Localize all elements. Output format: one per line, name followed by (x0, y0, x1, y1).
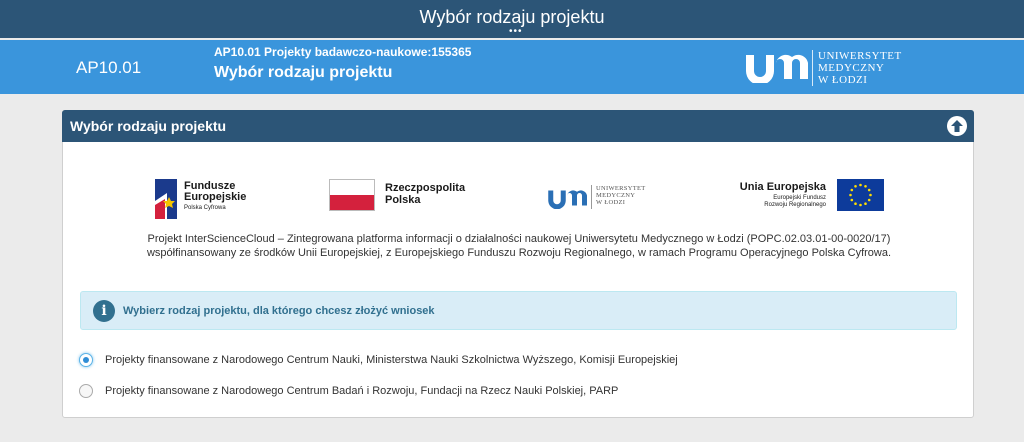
funding-logos: Fundusze Europejskie Polska Cyfrowa Rzec… (63, 171, 975, 221)
info-alert: i Wybierz rodzaj projektu, dla którego c… (80, 291, 957, 330)
panel-title: Wybór rodzaju projektu (70, 118, 227, 134)
module-code: AP10.01 (76, 58, 142, 77)
fundusze-europejskie-logo: Fundusze Europejskie Polska Cyfrowa (153, 179, 263, 219)
info-icon: i (93, 300, 115, 322)
radio-button[interactable] (79, 384, 93, 398)
um-logo-icon (548, 190, 587, 209)
option-label: Projekty finansowane z Narodowego Centru… (105, 385, 619, 397)
fundusze-europejskie-icon (155, 179, 177, 219)
project-description: Projekt InterScienceCloud – Zintegrowana… (146, 233, 892, 259)
eu-stars-icon (849, 183, 872, 207)
um-logo-icon (746, 54, 808, 83)
unia-europejska-logo: Unia Europejska Europejski Fundusz Rozwo… (739, 179, 884, 213)
panel-header: Wybór rodzaju projektu (62, 110, 974, 142)
logo-separator (812, 50, 813, 86)
page-header: AP10.01 AP10.01 Projekty badawczo-naukow… (0, 40, 1024, 94)
radio-button[interactable] (79, 353, 93, 367)
university-name: UNIWERSYTET MEDYCZNY W ŁODZI (818, 50, 902, 86)
university-logo: UNIWERSYTET MEDYCZNY W ŁODZI (744, 46, 914, 90)
collapse-button[interactable] (947, 116, 967, 136)
project-subtitle: AP10.01 Projekty badawczo-naukowe:155365 (214, 45, 472, 59)
page-title: Wybór rodzaju projektu (214, 64, 393, 81)
option-ncn-mnisw-ke[interactable]: Projekty finansowane z Narodowego Centru… (79, 351, 779, 369)
polish-flag-icon (329, 179, 375, 211)
university-logo-small: UNIWERSYTET MEDYCZNY W ŁODZI (547, 183, 657, 213)
info-message: Wybierz rodzaj projektu, dla którego chc… (123, 305, 435, 317)
eu-flag (837, 179, 884, 211)
app-title-bar: Wybór rodzaju projektu ••• (0, 0, 1024, 38)
collapse-up-icon (951, 120, 963, 132)
rzeczpospolita-logo: Rzeczpospolita Polska (329, 179, 469, 213)
option-ncbr-fnp-parp[interactable]: Projekty finansowane z Narodowego Centru… (79, 382, 779, 400)
project-type-panel: Wybór rodzaju projektu Fundusze Europejs… (62, 110, 974, 418)
more-menu-dots[interactable]: ••• (509, 27, 523, 37)
option-label: Projekty finansowane z Narodowego Centru… (105, 354, 678, 366)
